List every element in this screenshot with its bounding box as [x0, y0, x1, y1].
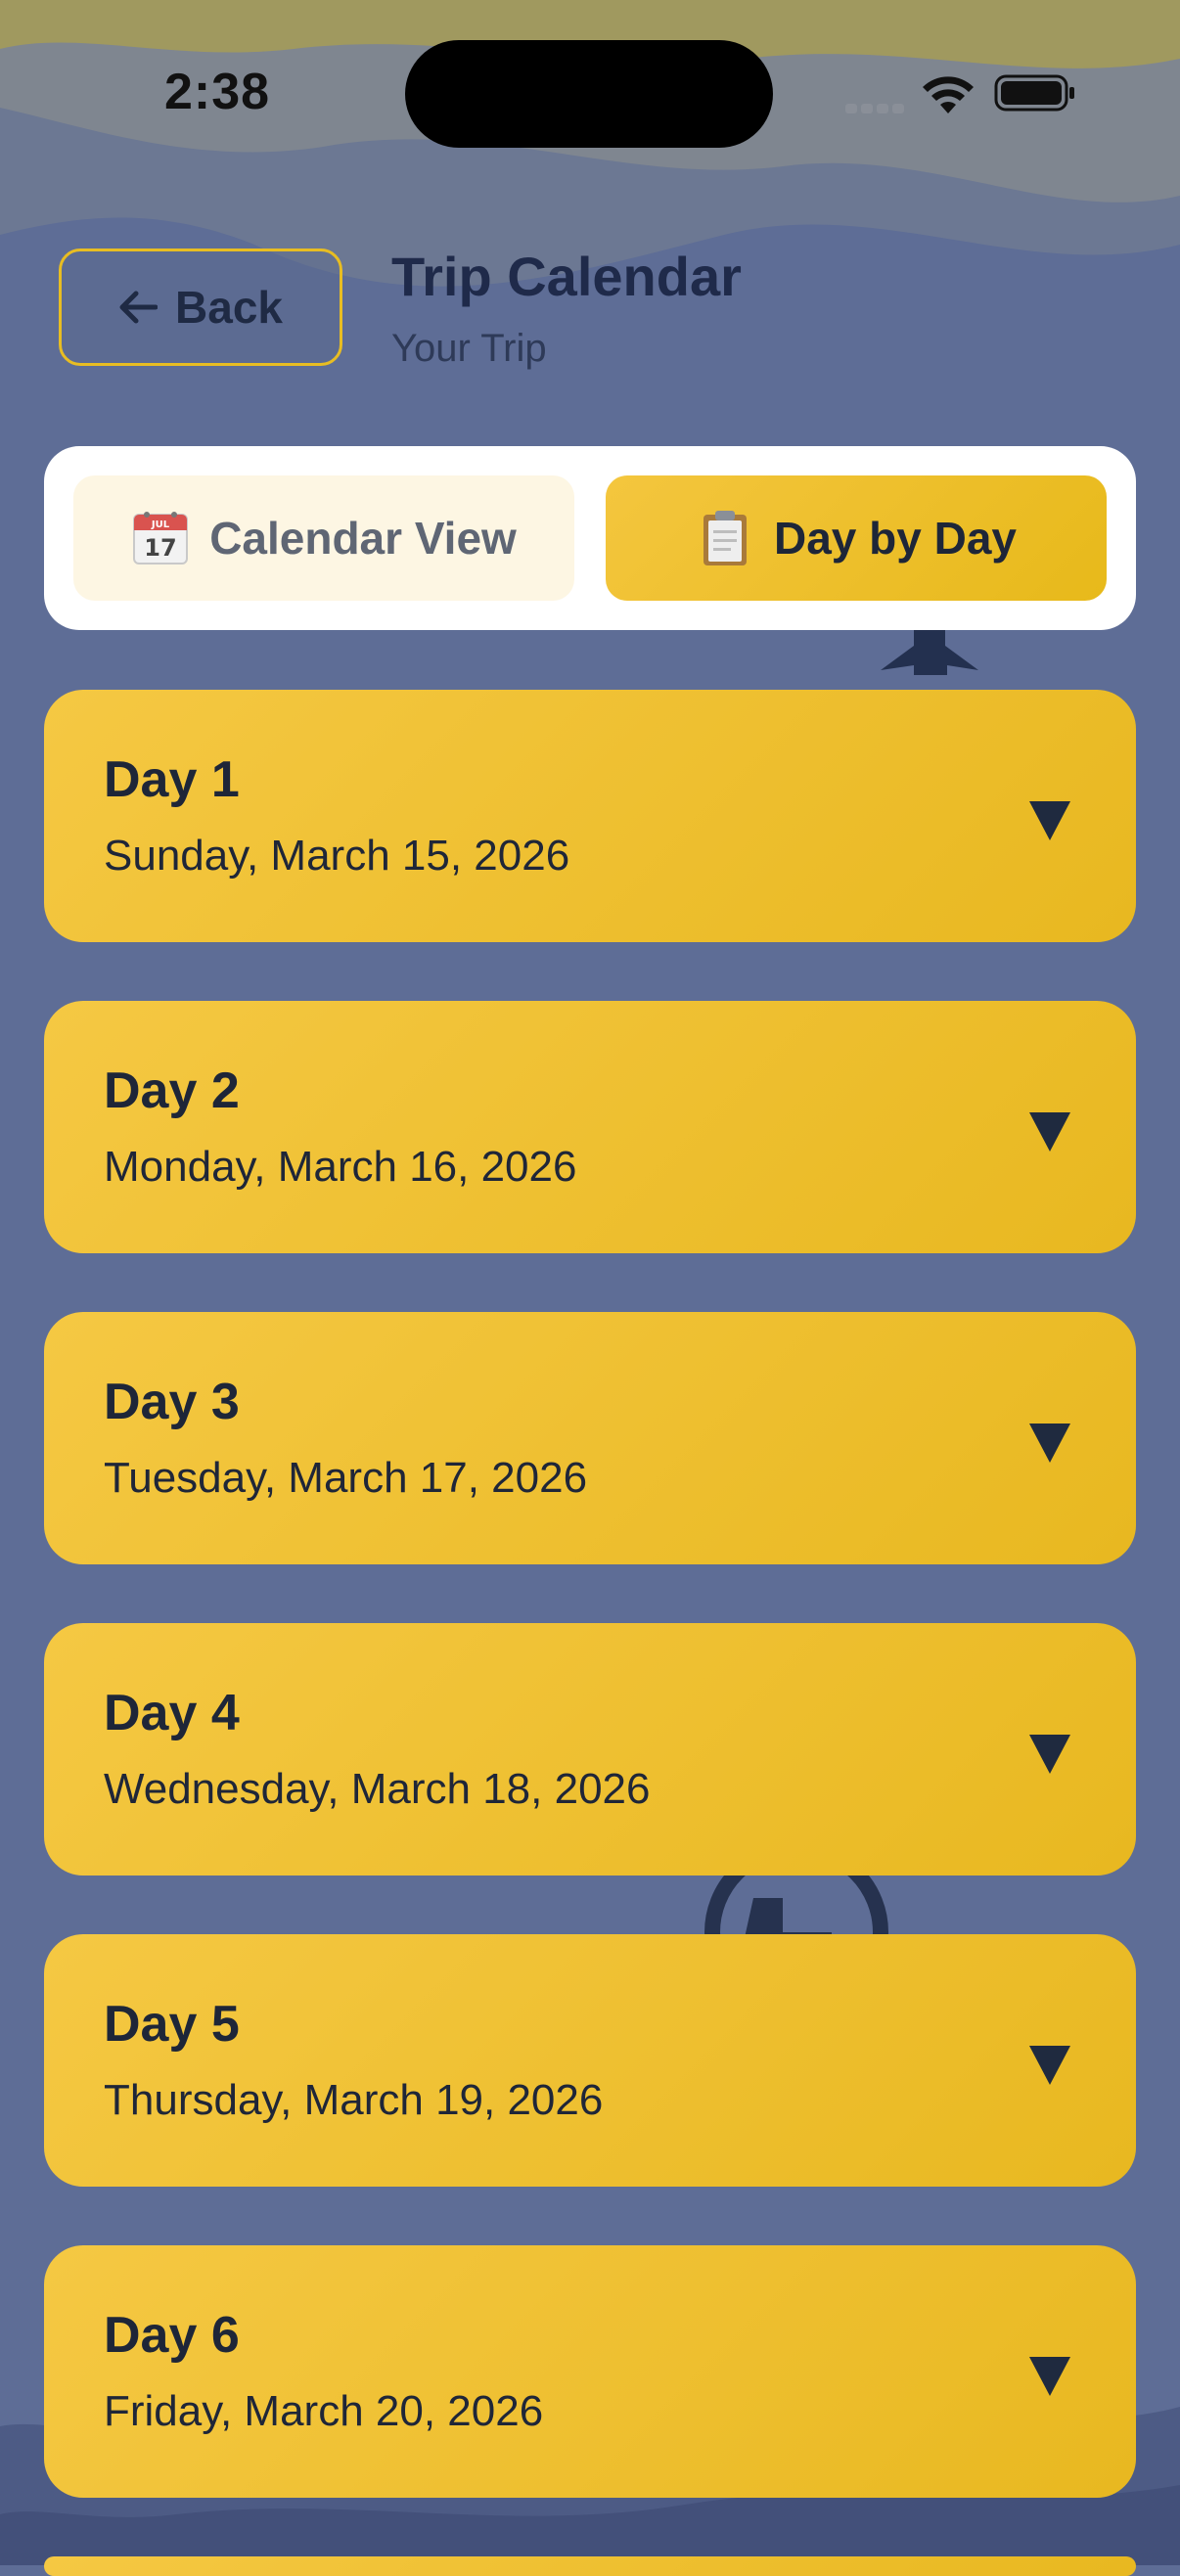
wifi-icon — [923, 76, 974, 113]
day-card[interactable]: Day 1 Sunday, March 15, 2026 — [44, 690, 1136, 942]
page-subtitle: Your Trip — [391, 327, 547, 370]
day-by-day-label: Day by Day — [773, 513, 1017, 564]
day-card-partial[interactable] — [44, 2556, 1136, 2576]
expand-triangle-icon[interactable] — [1027, 797, 1072, 842]
cellular-signal-icon — [845, 104, 904, 113]
day-title: Day 2 — [104, 1062, 240, 1119]
day-date: Sunday, March 15, 2026 — [104, 832, 570, 880]
expand-triangle-icon[interactable] — [1027, 2042, 1072, 2087]
status-time: 2:38 — [164, 64, 271, 120]
day-date: Monday, March 16, 2026 — [104, 1143, 577, 1191]
day-card[interactable]: Day 3 Tuesday, March 17, 2026 — [44, 1312, 1136, 1564]
day-card[interactable]: Day 5 Thursday, March 19, 2026 — [44, 1934, 1136, 2187]
day-title: Day 3 — [104, 1374, 240, 1430]
svg-text:17: 17 — [144, 534, 176, 562]
day-title: Day 6 — [104, 2307, 240, 2364]
day-date: Tuesday, March 17, 2026 — [104, 1454, 588, 1502]
day-title: Day 5 — [104, 1996, 240, 2053]
arrow-left-icon — [119, 291, 159, 324]
view-toggle: JUL 17 Calendar View Day by Day — [44, 446, 1136, 630]
day-date: Friday, March 20, 2026 — [104, 2387, 544, 2435]
day-by-day-tab[interactable]: Day by Day — [606, 475, 1107, 601]
expand-triangle-icon[interactable] — [1027, 2353, 1072, 2398]
expand-triangle-icon[interactable] — [1027, 1108, 1072, 1153]
day-date: Wednesday, March 18, 2026 — [104, 1765, 651, 1813]
day-card[interactable]: Day 2 Monday, March 16, 2026 — [44, 1001, 1136, 1253]
day-title: Day 1 — [104, 751, 240, 808]
back-label: Back — [175, 282, 283, 333]
expand-triangle-icon[interactable] — [1027, 1420, 1072, 1465]
status-bar: 2:38 — [0, 0, 1180, 196]
page-title: Trip Calendar — [391, 246, 742, 307]
header: Back Trip Calendar Your Trip — [0, 245, 1180, 382]
battery-icon — [994, 74, 1074, 112]
day-card[interactable]: Day 6 Friday, March 20, 2026 — [44, 2245, 1136, 2498]
svg-text:JUL: JUL — [151, 520, 170, 530]
day-card[interactable]: Day 4 Wednesday, March 18, 2026 — [44, 1623, 1136, 1876]
calendar-view-label: Calendar View — [209, 513, 517, 564]
back-button[interactable]: Back — [59, 249, 342, 366]
dynamic-island — [405, 40, 773, 148]
clipboard-icon — [703, 511, 747, 565]
calendar-view-tab[interactable]: JUL 17 Calendar View — [73, 475, 574, 601]
calendar-icon: JUL 17 — [133, 512, 189, 565]
day-date: Thursday, March 19, 2026 — [104, 2076, 604, 2124]
day-title: Day 4 — [104, 1685, 240, 1741]
expand-triangle-icon[interactable] — [1027, 1731, 1072, 1776]
